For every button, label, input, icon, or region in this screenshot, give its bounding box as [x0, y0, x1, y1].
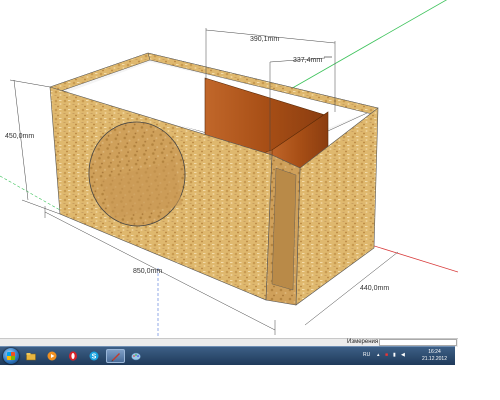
dimension-inner-partition: 337,4mm	[293, 57, 323, 64]
antivirus-icon[interactable]: ■	[385, 352, 388, 358]
green-axis-dashed	[0, 175, 61, 211]
svg-text:S: S	[92, 354, 97, 361]
sketchup-icon	[111, 353, 120, 362]
dimension-width: 850,0mm	[133, 268, 163, 275]
dimension-depth-top: 390,1mm	[250, 36, 280, 43]
dimension-height: 450,0mm	[5, 133, 35, 140]
taskbar-paint-button[interactable]	[127, 349, 146, 363]
measurements-label: Измерения	[347, 339, 379, 345]
clock-date: 21.12.2012	[421, 356, 447, 362]
windows-taskbar: S RU ▴ ■ ▮ ◀ 16:24 21.12.2012	[0, 346, 455, 365]
taskbar-skype-button[interactable]: S	[85, 349, 104, 363]
measurements-input[interactable]	[379, 339, 457, 346]
windows-logo-icon	[7, 352, 15, 360]
opera-icon	[69, 351, 77, 361]
taskbar-sketchup-button[interactable]	[106, 349, 125, 363]
skype-icon: S	[89, 351, 99, 361]
language-indicator[interactable]: RU	[363, 352, 370, 358]
green-axis	[274, 0, 448, 99]
start-button[interactable]	[3, 348, 19, 364]
clock[interactable]: 16:24 21.12.2012	[422, 349, 447, 363]
taskbar-folder-button[interactable]	[22, 349, 41, 363]
media-player-icon	[47, 351, 57, 361]
port-opening-inner	[271, 167, 297, 291]
clock-time: 16:24	[428, 349, 441, 355]
tray-expand-icon[interactable]: ▴	[377, 352, 380, 358]
folder-icon	[26, 353, 36, 361]
paint-icon	[131, 352, 141, 361]
dimension-depth-side: 440,0mm	[360, 285, 390, 292]
taskbar-media-player-button[interactable]	[43, 349, 62, 363]
system-tray: RU ▴ ■ ▮ ◀ 16:24 21.12.2012	[363, 347, 453, 365]
3d-model-scene[interactable]	[0, 0, 458, 340]
volume-icon[interactable]: ◀	[401, 352, 405, 358]
taskbar-opera-button[interactable]	[64, 349, 83, 363]
network-icon[interactable]: ▮	[393, 352, 396, 358]
sketchup-viewport[interactable]: 390,1mm 337,4mm 450,0mm 850,0mm 440,0mm	[0, 0, 458, 340]
